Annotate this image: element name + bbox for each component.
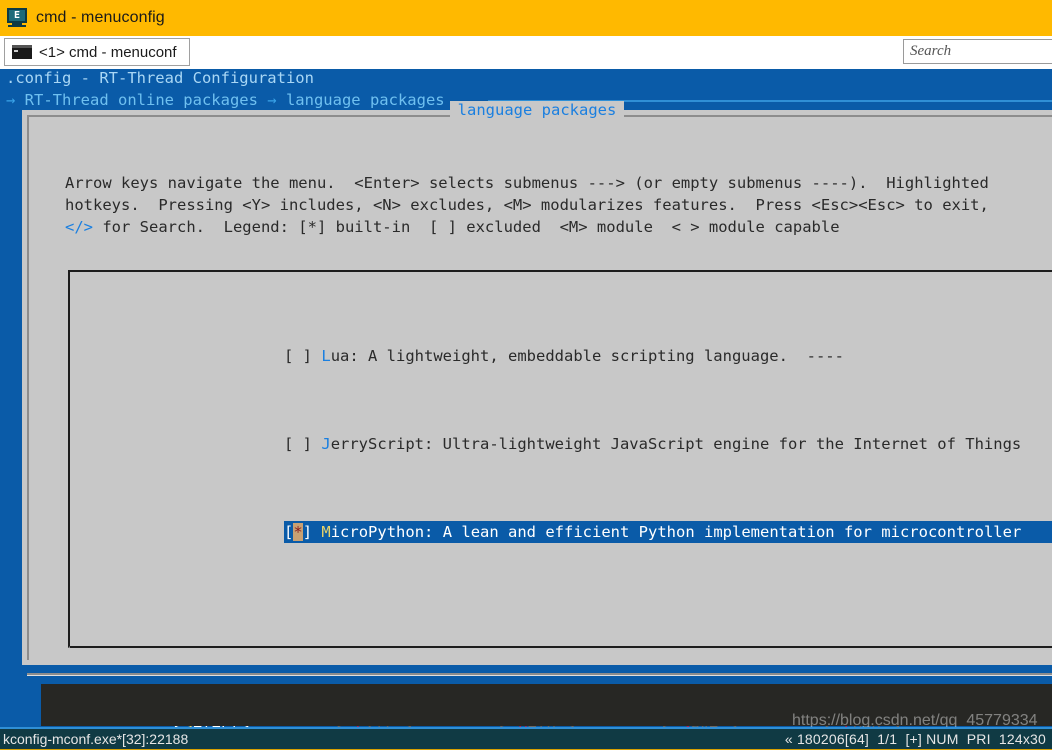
tab-label: <1> cmd - menuconf — [39, 43, 177, 61]
list-item-label: ua: A lightweight, embeddable scripting … — [330, 347, 844, 365]
window-title: cmd - menuconfig — [36, 9, 165, 26]
tab-bar: <1> cmd - menuconf Search — [0, 36, 1052, 70]
help-line-3: for Search. Legend: [*] built-in [ ] exc… — [93, 218, 840, 236]
tab-cmd-menuconf[interactable]: <1> cmd - menuconf — [4, 38, 190, 66]
status-process: kconfig-mconf.exe*[32]:22188 — [3, 731, 189, 747]
checkbox-unchecked-icon[interactable]: [ ] — [284, 347, 312, 365]
list-item[interactable]: [ ] Lua: A lightweight, embeddable scrip… — [70, 345, 1052, 367]
list-item-selected[interactable]: [*] MicroPython: A lean and efficient Py… — [284, 521, 1052, 543]
checkbox-unchecked-icon[interactable]: [ ] — [284, 435, 312, 453]
menu-list: [ ] Lua: A lightweight, embeddable scrip… — [70, 279, 1052, 609]
console-icon — [12, 45, 32, 59]
terminal-screen: .config - RT-Thread Configuration → RT-T… — [0, 69, 1052, 727]
checkbox-bracket-open: [ — [284, 523, 294, 541]
hotkey-letter: M — [321, 523, 331, 541]
status-info: « 180206[64] 1/1 [+] NUM PRI 124x30 — [784, 731, 1046, 747]
list-item[interactable]: [ ] JerryScript: Ultra-lightweight JavaS… — [70, 433, 1052, 455]
window-titlebar: E cmd - menuconfig — [0, 0, 1052, 36]
hotkey-letter: J — [321, 435, 331, 453]
help-line-2: hotkeys. Pressing <Y> includes, <N> excl… — [65, 196, 989, 214]
button-separator-highlight — [27, 675, 1052, 676]
menu-list-box[interactable]: [ ] Lua: A lightweight, embeddable scrip… — [68, 270, 1052, 648]
conemu-window: E cmd - menuconfig <1> cmd - menuconf Se… — [0, 0, 1052, 750]
help-line-1: Arrow keys navigate the menu. <Enter> se… — [65, 174, 989, 192]
help-text: Arrow keys navigate the menu. <Enter> se… — [65, 172, 1052, 238]
dialog-title: language packages — [22, 99, 1052, 121]
terminal-empty-area — [41, 684, 1052, 726]
conemu-monitor-icon: E — [6, 8, 28, 28]
config-title: .config - RT-Thread Configuration — [6, 69, 314, 87]
list-item-label: erryScript: Ultra-lightweight JavaScript… — [330, 435, 1022, 453]
checkbox-bracket-close: ] — [302, 523, 313, 541]
menuconfig-dialog: language packages Arrow keys navigate th… — [22, 101, 1052, 727]
hotkey-letter: L — [321, 347, 331, 365]
icon-glyph: E — [13, 10, 21, 21]
list-item-label: icroPython: A lean and efficient Python … — [330, 523, 1022, 541]
search-hotkey-legend: </> — [65, 218, 93, 236]
checkbox-checked-icon[interactable]: * — [293, 523, 303, 541]
search-input[interactable]: Search — [903, 39, 1052, 64]
status-bar: kconfig-mconf.exe*[32]:22188 « 180206[64… — [0, 727, 1052, 750]
